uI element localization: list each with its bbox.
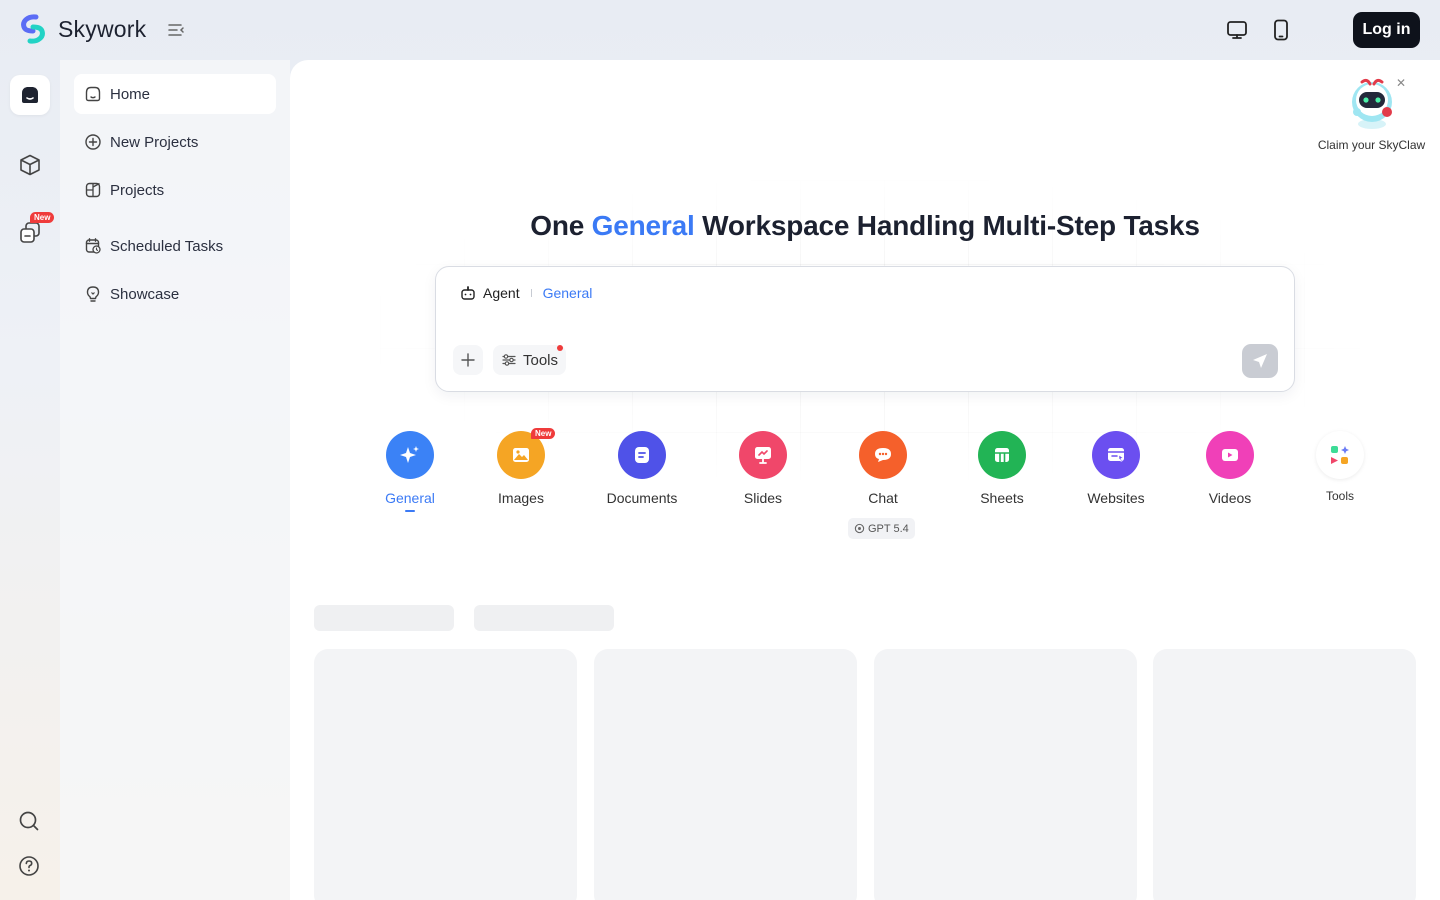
collapse-sidebar-icon[interactable] xyxy=(166,20,186,40)
desktop-view-icon[interactable] xyxy=(1225,18,1249,42)
rail-home-button[interactable] xyxy=(10,75,50,115)
page-title: One General Workspace Handling Multi-Ste… xyxy=(290,210,1440,242)
sidebar-item-label: Home xyxy=(110,85,151,103)
skyclaw-promo[interactable]: ✕ Claim your SkyClaw xyxy=(1309,74,1434,152)
login-button[interactable]: Log in xyxy=(1353,12,1420,48)
prompt-composer[interactable]: Agent General Tools xyxy=(435,266,1295,392)
document-icon xyxy=(618,431,666,479)
sidebar-item-home[interactable]: Home xyxy=(74,74,276,114)
skeleton-tab xyxy=(474,605,614,631)
rail-new-badge: New xyxy=(30,212,55,223)
openai-icon xyxy=(854,523,865,534)
category-label: General xyxy=(385,490,435,506)
rail-agents-button[interactable]: New xyxy=(10,212,55,253)
top-bar: Skywork Log in xyxy=(0,0,1440,60)
sidebar-item-showcase[interactable]: Showcase xyxy=(74,274,276,314)
sidebar-item-new-projects[interactable]: New Projects xyxy=(74,122,276,162)
app-name: Skywork xyxy=(58,15,147,42)
category-tools[interactable]: Tools xyxy=(1285,431,1395,503)
images-new-badge: New xyxy=(531,428,556,439)
side-nav: Home New Projects Projects Scheduled Tas… xyxy=(60,60,290,900)
skeleton-tab xyxy=(314,605,454,631)
category-chat[interactable]: Chat xyxy=(828,431,938,506)
category-label: Documents xyxy=(606,490,678,506)
model-label: GPT 5.4 xyxy=(868,522,909,535)
search-icon[interactable] xyxy=(18,810,40,832)
cube-icon xyxy=(20,154,40,176)
category-label: Images xyxy=(498,490,544,506)
slides-icon xyxy=(739,431,787,479)
add-attachment-button[interactable] xyxy=(453,345,483,375)
robot-icon xyxy=(461,286,475,300)
agent-mode[interactable]: General xyxy=(543,285,593,301)
tools-notification-dot xyxy=(557,345,563,351)
skywork-logo-icon xyxy=(21,14,45,44)
mobile-view-icon[interactable] xyxy=(1269,18,1293,42)
rail-cube-button[interactable] xyxy=(10,145,50,185)
skyclaw-label: Claim your SkyClaw xyxy=(1317,138,1426,152)
category-documents[interactable]: Documents xyxy=(587,431,697,506)
send-icon xyxy=(1253,354,1267,368)
projects-icon xyxy=(85,182,101,198)
help-icon[interactable] xyxy=(18,855,40,877)
home-icon xyxy=(85,86,101,102)
icon-rail: New xyxy=(0,60,60,900)
plus-icon xyxy=(461,353,475,367)
skeleton-card xyxy=(874,649,1137,900)
home-filled-icon xyxy=(22,87,38,103)
calendar-clock-icon xyxy=(85,238,101,254)
category-websites[interactable]: Websites xyxy=(1061,431,1171,506)
tools-grid-icon xyxy=(1316,431,1364,479)
category-label: Websites xyxy=(1087,490,1145,506)
sparkle-icon xyxy=(386,431,434,479)
skeleton-card xyxy=(1153,649,1416,900)
category-slides[interactable]: Slides xyxy=(708,431,818,506)
agent-divider xyxy=(530,289,532,297)
website-icon xyxy=(1092,431,1140,479)
agent-label: Agent xyxy=(483,285,520,301)
chat-icon xyxy=(859,431,907,479)
agent-selector[interactable]: Agent General xyxy=(460,285,592,301)
lightbulb-icon xyxy=(86,286,100,302)
sidebar-item-label: Scheduled Tasks xyxy=(110,237,224,255)
skyclaw-robot-icon xyxy=(1351,78,1392,129)
close-icon[interactable]: ✕ xyxy=(1396,76,1406,90)
sliders-icon xyxy=(502,354,516,366)
category-label: Sheets xyxy=(980,490,1024,506)
category-label: Chat xyxy=(868,490,898,506)
category-general[interactable]: General xyxy=(355,431,465,512)
sheets-icon xyxy=(978,431,1026,479)
tools-button[interactable]: Tools xyxy=(493,345,567,375)
category-images[interactable]: New Images xyxy=(466,428,576,506)
model-chip[interactable]: GPT 5.4 xyxy=(848,518,915,539)
sidebar-item-label: Projects xyxy=(110,181,165,199)
skeleton-card xyxy=(314,649,577,900)
sidebar-item-scheduled-tasks[interactable]: Scheduled Tasks xyxy=(74,226,276,266)
main-panel: ✕ Claim your SkyClaw One General Workspa… xyxy=(290,60,1440,900)
title-highlight: General xyxy=(591,210,695,241)
send-button[interactable] xyxy=(1242,344,1278,378)
tools-label: Tools xyxy=(523,351,559,369)
title-suffix: Workspace Handling Multi-Step Tasks xyxy=(694,210,1200,241)
logo[interactable]: Skywork xyxy=(18,14,146,44)
agents-icon xyxy=(20,222,40,243)
active-indicator xyxy=(405,510,415,512)
title-prefix: One xyxy=(530,210,592,241)
plus-circle-icon xyxy=(85,134,101,150)
sidebar-item-projects[interactable]: Projects xyxy=(74,170,276,210)
category-label: Tools xyxy=(1325,489,1354,503)
skeleton-card xyxy=(594,649,857,900)
sidebar-item-label: Showcase xyxy=(110,285,180,303)
category-videos[interactable]: Videos xyxy=(1175,431,1285,506)
sidebar-item-label: New Projects xyxy=(110,133,199,151)
category-label: Slides xyxy=(743,490,783,506)
image-icon: New xyxy=(497,428,556,479)
video-icon xyxy=(1206,431,1254,479)
category-sheets[interactable]: Sheets xyxy=(947,431,1057,506)
category-label: Videos xyxy=(1208,490,1252,506)
